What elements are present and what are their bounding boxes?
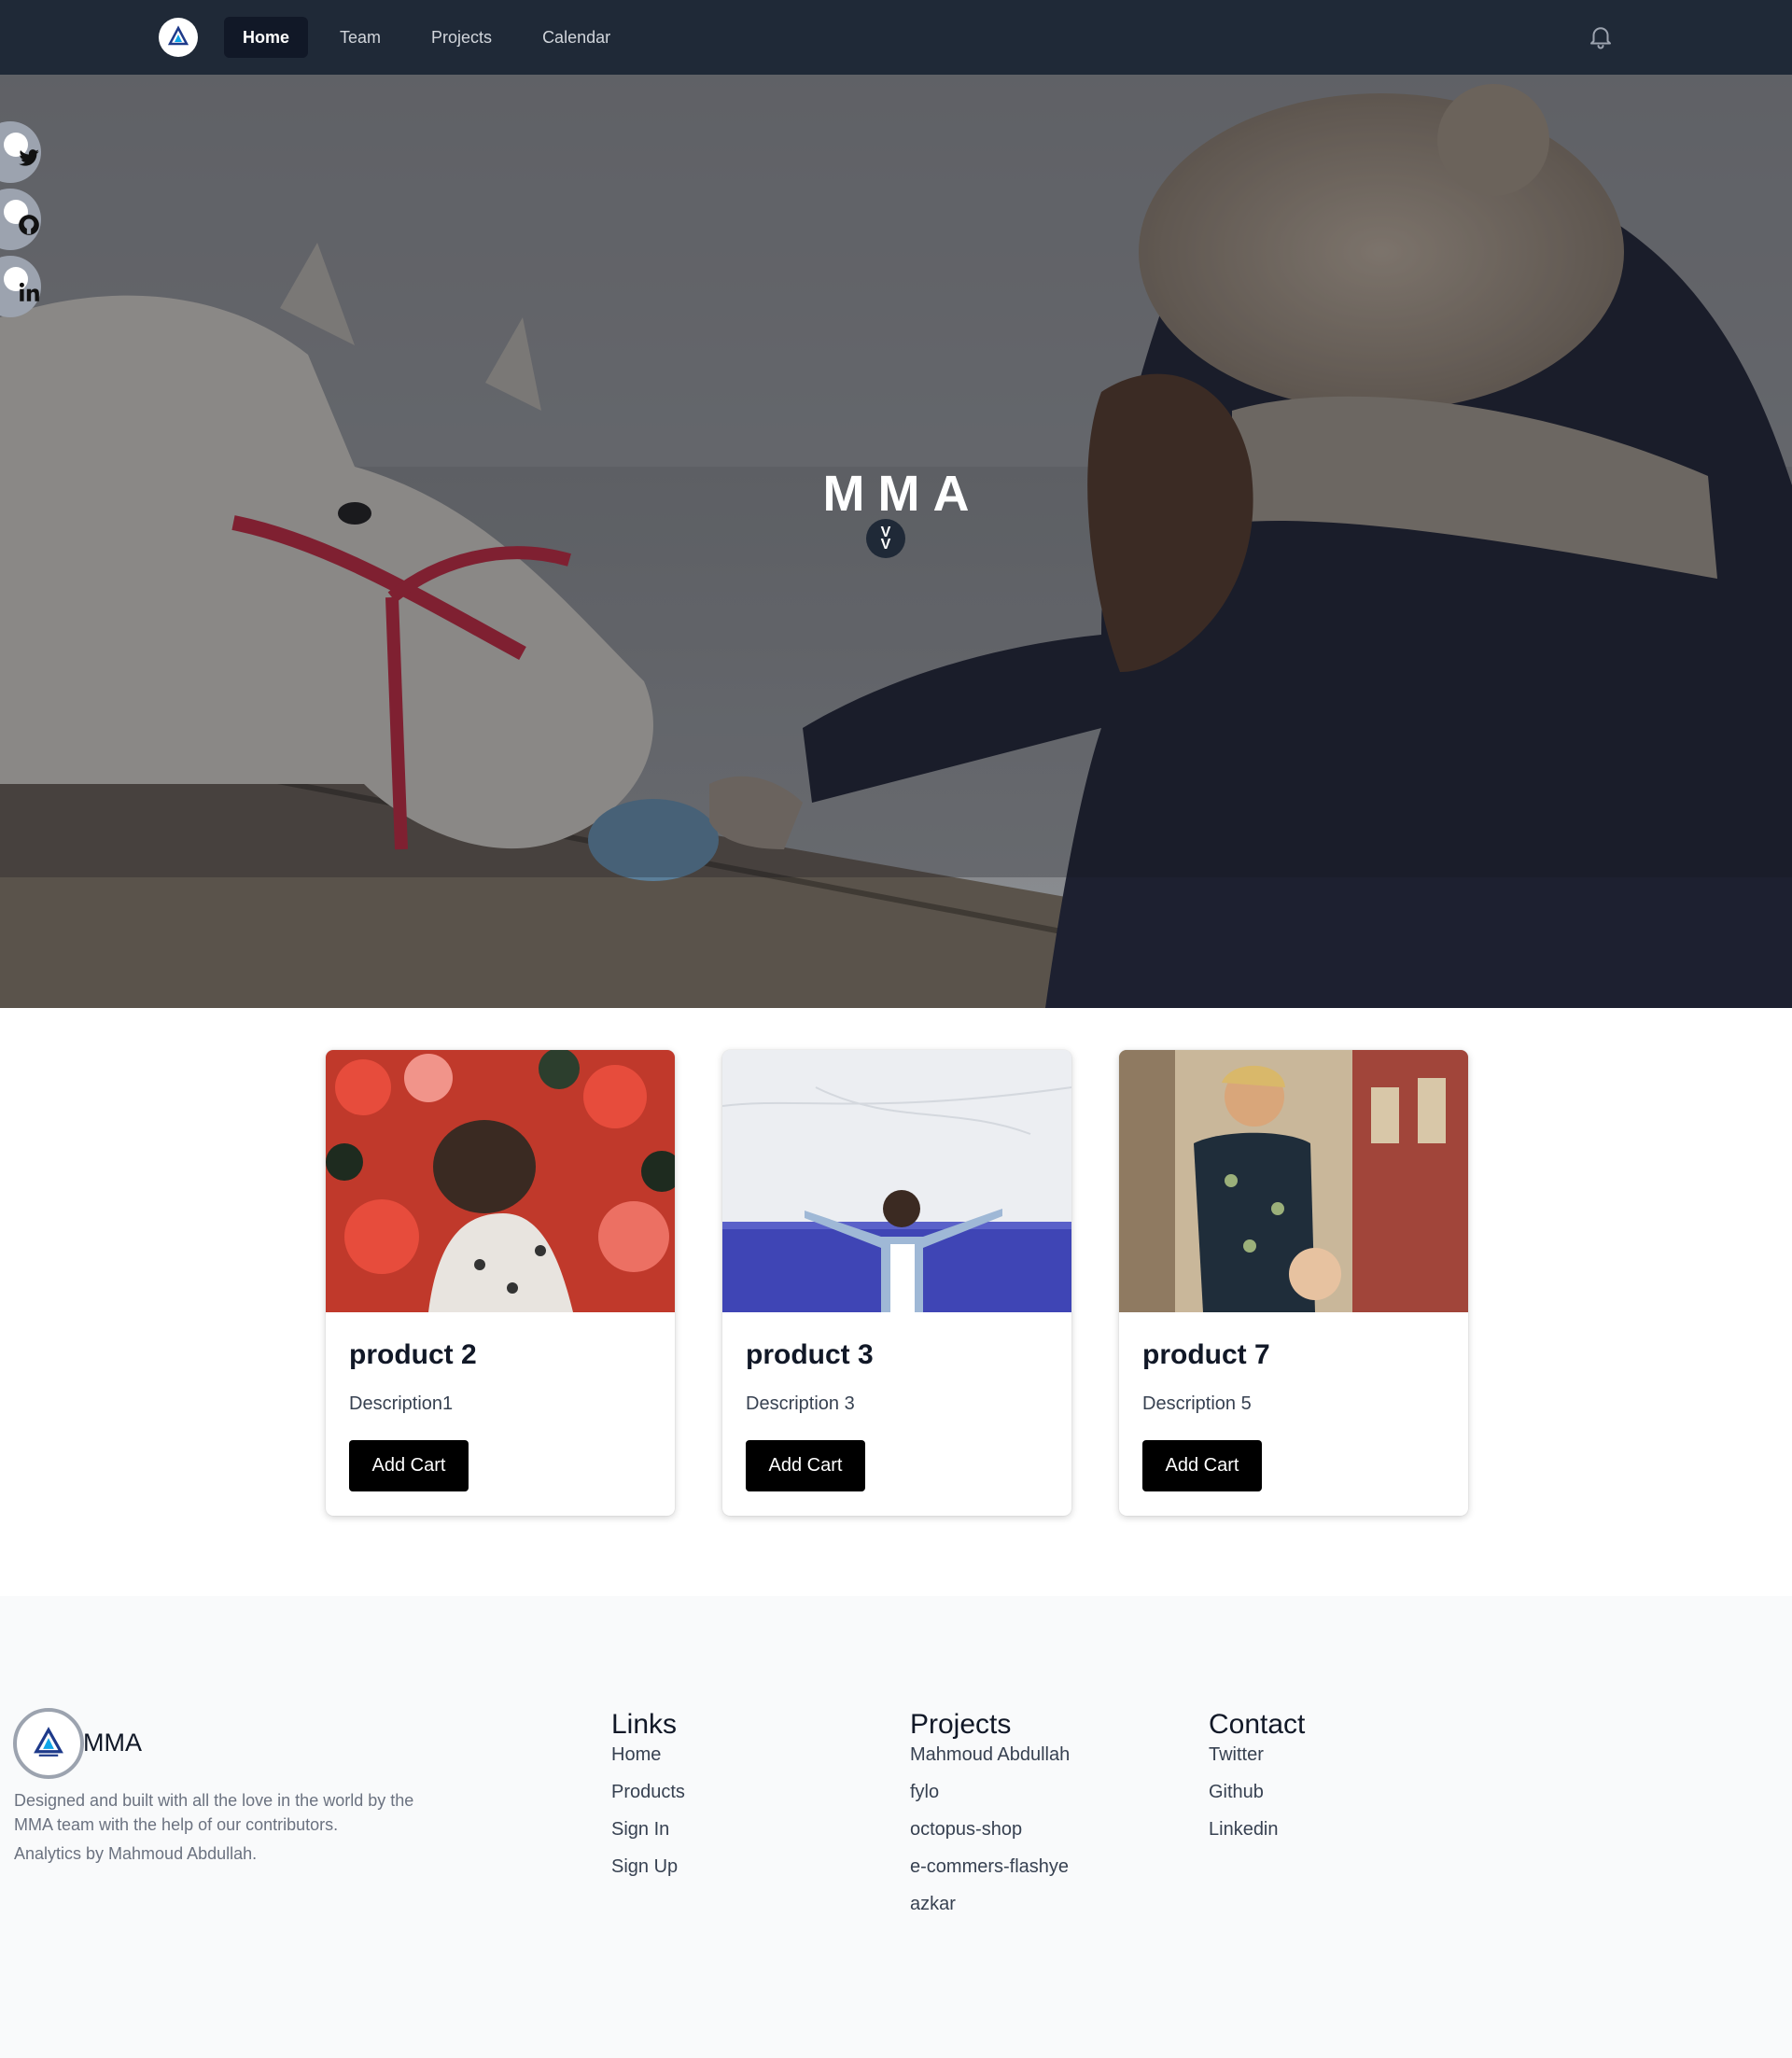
footer-link-sign-up[interactable]: Sign Up <box>611 1848 685 1885</box>
product-description: Description 5 <box>1142 1393 1252 1414</box>
product-description: Description1 <box>349 1393 454 1414</box>
product-image <box>326 1050 675 1312</box>
footer-brand: MMA <box>83 1729 142 1757</box>
footer-contact-linkedin[interactable]: Linkedin <box>1209 1811 1305 1848</box>
product-card: product 7 Description 5 Add Cart <box>1119 1050 1468 1516</box>
product-description: Description 3 <box>746 1393 855 1414</box>
footer-contact-github[interactable]: Github <box>1209 1773 1305 1811</box>
github-icon <box>19 215 39 235</box>
footer: MMA Designed and built with all the love… <box>0 1596 1792 2058</box>
nav-home[interactable]: Home <box>224 17 309 58</box>
footer-contact-column: Contact Twitter Github Linkedin <box>1209 1708 1305 1848</box>
hero-section: MMA V V <box>0 75 1792 1008</box>
nav-calendar[interactable]: Calendar <box>524 17 629 58</box>
product-title: product 2 <box>349 1339 477 1370</box>
mma-logo-icon[interactable] <box>159 18 198 57</box>
footer-project-link[interactable]: fylo <box>910 1773 1070 1811</box>
product-card: product 3 Description 3 Add Cart <box>722 1050 1071 1516</box>
footer-description: Designed and built with all the love in … <box>14 1791 414 1834</box>
add-cart-button[interactable]: Add Cart <box>349 1440 469 1491</box>
footer-contact-twitter[interactable]: Twitter <box>1209 1736 1305 1773</box>
product-image <box>722 1050 1071 1312</box>
footer-projects-column: Projects Mahmoud Abdullah fylo octopus-s… <box>910 1708 1070 1923</box>
footer-link-home[interactable]: Home <box>611 1736 685 1773</box>
footer-project-link[interactable]: e-commers-flashye <box>910 1848 1070 1885</box>
chevron-down-icon: V <box>880 537 891 553</box>
footer-links-column: Links Home Products Sign In Sign Up <box>611 1708 685 1885</box>
nav-projects[interactable]: Projects <box>413 17 511 58</box>
footer-project-link[interactable]: azkar <box>910 1885 1070 1923</box>
product-title: product 3 <box>746 1339 874 1370</box>
navbar: Home Team Projects Calendar <box>0 0 1792 75</box>
add-cart-button[interactable]: Add Cart <box>1142 1440 1262 1491</box>
footer-project-link[interactable]: Mahmoud Abdullah <box>910 1736 1070 1773</box>
add-cart-button[interactable]: Add Cart <box>746 1440 865 1491</box>
scroll-down-button[interactable]: V V <box>866 519 905 558</box>
product-card: product 2 Description1 Add Cart <box>326 1050 675 1516</box>
footer-logo-icon[interactable] <box>13 1708 84 1779</box>
product-title: product 7 <box>1142 1339 1270 1370</box>
twitter-icon <box>19 149 39 166</box>
footer-project-link[interactable]: octopus-shop <box>910 1811 1070 1848</box>
hero-title: MMA <box>822 466 983 522</box>
linkedin-icon <box>19 282 39 301</box>
nav-team[interactable]: Team <box>321 17 399 58</box>
footer-analytics: Analytics by Mahmoud Abdullah. <box>14 1844 258 1863</box>
footer-link-products[interactable]: Products <box>611 1773 685 1811</box>
nav-links: Home Team Projects Calendar <box>224 17 629 58</box>
footer-link-sign-in[interactable]: Sign In <box>611 1811 685 1848</box>
bell-icon[interactable] <box>1587 22 1615 50</box>
product-image <box>1119 1050 1468 1312</box>
